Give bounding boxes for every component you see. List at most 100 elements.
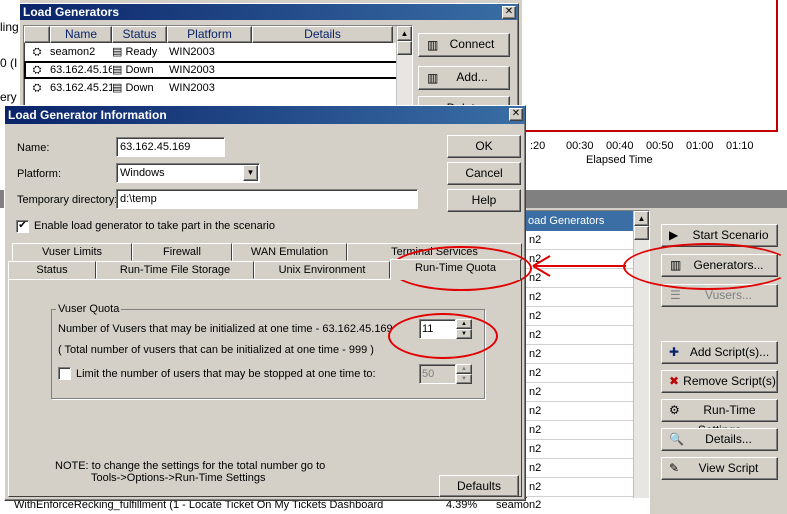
tab-firewall[interactable]: Firewall <box>132 243 232 261</box>
connect-label: Connect <box>449 37 495 51</box>
ok-button[interactable]: OK <box>447 135 521 158</box>
limit-input[interactable]: 50 <box>419 364 456 384</box>
graph-plot <box>522 0 787 132</box>
tab-runtime-quota[interactable]: Run-Time Quota <box>390 259 521 280</box>
tick-label: 01:10 <box>726 140 754 152</box>
cancel-button[interactable]: Cancel <box>447 162 521 185</box>
remove-scripts-icon: ✖ <box>669 374 680 388</box>
generator-icon: ⛭ <box>32 82 42 94</box>
settings-icon: ⚙ <box>669 403 680 417</box>
add-icon: ▥ <box>427 71 439 85</box>
load-generator-info-dialog: Load Generator Information ✕ Name: 63.16… <box>4 105 526 501</box>
enable-checkbox[interactable]: ✔ <box>16 220 29 233</box>
table-row[interactable]: ⛭ seamon2 ▤ Ready WIN2003 <box>24 43 412 61</box>
row-status-text: Ready <box>125 46 158 58</box>
tab-vuser-limits[interactable]: Vuser Limits <box>12 243 132 261</box>
row-status: ▤ Down <box>112 79 167 97</box>
status-icon: ▤ <box>112 82 123 94</box>
scroll-thumb[interactable] <box>397 41 412 55</box>
details-label: Details... <box>705 432 752 446</box>
tick-label: 00:30 <box>566 140 594 152</box>
annotation-arrow <box>532 255 626 277</box>
scroll-up-button[interactable]: ▲ <box>634 211 649 226</box>
list-item[interactable]: n2 <box>526 231 649 250</box>
header-status[interactable]: Status <box>112 26 167 43</box>
generator-icon: ⛭ <box>32 46 42 58</box>
scroll-thumb[interactable] <box>634 226 649 240</box>
list-item[interactable]: n2 <box>526 345 649 364</box>
platform-value: Windows <box>120 167 165 179</box>
load-generators-titlebar: Load Generators <box>20 4 518 20</box>
add-scripts-label: Add Script(s)... <box>689 345 770 359</box>
view-script-icon: ✎ <box>669 461 680 475</box>
status-icon: ▤ <box>112 64 123 76</box>
tab-runtime-file-storage[interactable]: Run-Time File Storage <box>96 261 254 279</box>
help-button[interactable]: Help <box>447 189 521 212</box>
close-icon[interactable]: ✕ <box>502 6 516 19</box>
view-script-button[interactable]: ✎ View Script <box>661 457 778 480</box>
dialog-titlebar: Load Generator Information <box>5 106 525 124</box>
group-title: Vuser Quota <box>56 303 122 315</box>
connect-button[interactable]: ▥ Connect <box>418 33 510 57</box>
tick-label: 00:50 <box>646 140 674 152</box>
tab-status[interactable]: Status <box>8 261 96 279</box>
temp-dir-label: Temporary directory: <box>17 194 118 206</box>
list-item[interactable]: n2 <box>526 307 649 326</box>
generators-table[interactable]: Name Status Platform Details ⛭ seamon2 ▤… <box>23 25 413 109</box>
spin-up-icon[interactable]: ▲ <box>456 364 472 374</box>
platform-select[interactable]: Windows ▼ <box>116 163 260 183</box>
bg-fragment-1: ling <box>0 20 19 34</box>
status-icon: ▤ <box>112 46 123 58</box>
limit-checkbox[interactable] <box>58 367 71 380</box>
list-item[interactable]: n2 <box>526 478 649 497</box>
limit-label: Limit the number of users that may be st… <box>76 368 376 380</box>
row-name: 63.162.45.16 <box>50 64 112 76</box>
row-platform: WIN2003 <box>169 64 215 76</box>
chevron-down-icon[interactable]: ▼ <box>243 165 258 181</box>
details-button[interactable]: 🔍 Details... <box>661 428 778 451</box>
list-item[interactable]: n2 <box>526 326 649 345</box>
tab-unix-environment[interactable]: Unix Environment <box>254 261 390 279</box>
row-name: seamon2 <box>50 46 96 58</box>
table-row-selected[interactable]: ⛭ 63.162.45.16 ▤ Down WIN2003 <box>24 61 412 79</box>
defaults-button[interactable]: Defaults <box>439 475 519 497</box>
table-row[interactable]: ⛭ 63.162.45.21 ▤ Down WIN2003 <box>24 79 412 97</box>
elapsed-time-label: Elapsed Time <box>586 154 653 166</box>
close-icon[interactable]: ✕ <box>509 108 523 121</box>
list-item[interactable]: n2 <box>526 364 649 383</box>
runtime-settings-button[interactable]: ⚙ Run-Time Settings <box>661 399 778 437</box>
header-icon-col <box>24 26 50 43</box>
view-script-label: View Script <box>698 461 759 475</box>
list-item[interactable]: n2 <box>526 440 649 459</box>
scroll-up-button[interactable]: ▲ <box>397 26 412 41</box>
enable-label: Enable load generator to take part in th… <box>34 220 275 232</box>
generator-icon: ⛭ <box>32 64 42 76</box>
play-icon: ▶ <box>669 228 679 242</box>
note-line-2: Tools->Options->Run-Time Settings <box>91 472 266 484</box>
spin-down-icon[interactable]: ▼ <box>456 374 472 384</box>
header-name[interactable]: Name <box>50 26 112 43</box>
add-scripts-button[interactable]: ✚ Add Script(s)... <box>661 341 778 364</box>
list-item[interactable]: n2 <box>526 383 649 402</box>
limit-spinner[interactable]: ▲ ▼ <box>456 364 472 384</box>
list-item[interactable]: n2 <box>526 421 649 440</box>
temp-dir-input[interactable]: d:\temp <box>116 189 418 209</box>
tick-label: 00:40 <box>606 140 634 152</box>
add-button[interactable]: ▥ Add... <box>418 66 510 90</box>
tick-label: :20 <box>530 140 546 152</box>
list-item[interactable]: n2 <box>526 288 649 307</box>
list-item[interactable]: n2 <box>526 459 649 478</box>
header-details[interactable]: Details <box>252 26 393 43</box>
bg-fragment-3: ery <box>0 90 17 104</box>
row-status-text: Down <box>125 82 154 94</box>
header-platform[interactable]: Platform <box>167 26 252 43</box>
remove-scripts-button[interactable]: ✖ Remove Script(s) <box>661 370 778 393</box>
list-item[interactable]: n2 <box>526 402 649 421</box>
add-scripts-icon: ✚ <box>669 345 680 359</box>
load-generators-window: Load Generators ✕ Name Status Platform D… <box>19 3 519 111</box>
note-line-1: NOTE: to change the settings for the tot… <box>55 460 326 472</box>
row-details <box>252 43 393 61</box>
name-input[interactable]: 63.162.45.169 <box>116 137 225 157</box>
generators-scrollbar[interactable]: ▲ <box>396 26 412 108</box>
tab-wan-emulation[interactable]: WAN Emulation <box>232 243 347 261</box>
